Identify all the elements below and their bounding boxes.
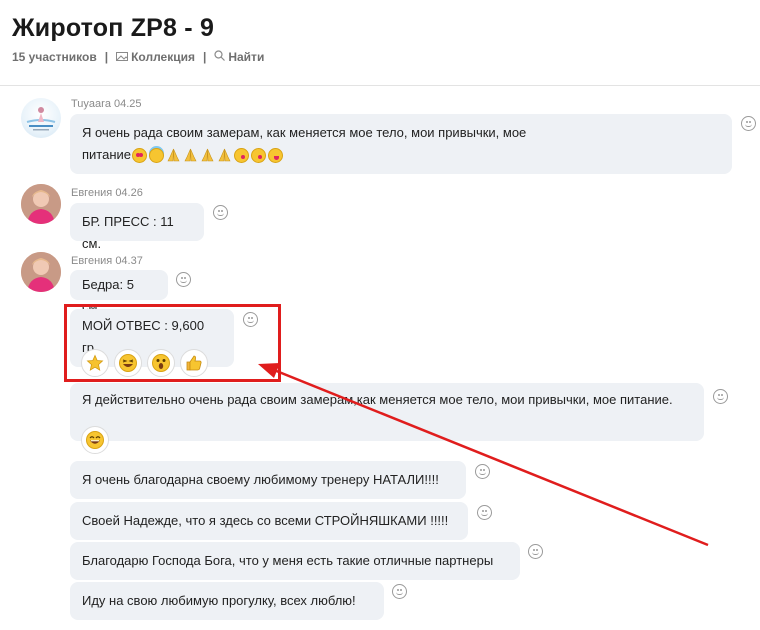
search-icon xyxy=(214,50,226,64)
sender-name[interactable]: Tuyaara xyxy=(71,98,111,110)
avatar[interactable] xyxy=(21,252,61,292)
grinning-squinting-face-icon xyxy=(119,354,137,372)
add-reaction-icon[interactable] xyxy=(213,205,228,220)
message-bubble[interactable]: Я очень рада своим замерам, как меняется… xyxy=(70,114,732,174)
gallery-icon xyxy=(116,50,129,64)
separator: | xyxy=(104,50,109,64)
message-text: Я очень благодарна своему любимому трене… xyxy=(82,472,439,487)
message-time: 04.37 xyxy=(115,255,143,267)
add-reaction-icon[interactable] xyxy=(477,505,492,520)
avatar[interactable] xyxy=(21,98,61,138)
avatar-image xyxy=(21,184,61,224)
sender-name[interactable]: Евгения xyxy=(71,187,112,199)
message-text-line: питание xyxy=(82,144,720,166)
reaction-chip[interactable] xyxy=(81,349,109,377)
chat-subbar: 15 участников | Коллекция | Найти xyxy=(12,50,264,64)
add-reaction-icon[interactable] xyxy=(176,272,191,287)
add-reaction-icon[interactable] xyxy=(741,116,756,131)
separator: | xyxy=(202,50,207,64)
sender-name[interactable]: Евгения xyxy=(71,255,112,267)
add-reaction-icon[interactable] xyxy=(243,312,258,327)
folded-hands-emoji-icon xyxy=(201,148,214,161)
reaction-chip[interactable] xyxy=(114,349,142,377)
star-icon xyxy=(86,354,104,371)
star-struck-emoji-icon xyxy=(132,147,148,163)
message-text: Я очень рада своим замерам, как меняется… xyxy=(82,125,527,140)
message-text: Я действительно очень рада своим замерам… xyxy=(82,392,673,407)
add-reaction-icon[interactable] xyxy=(528,544,543,559)
participants-link[interactable]: 15 участников xyxy=(12,50,97,64)
face-blowing-kiss-emoji-icon xyxy=(234,147,250,163)
emoji-sequence xyxy=(132,147,284,163)
reaction-chip[interactable] xyxy=(180,349,208,377)
message-bubble[interactable]: Я очень благодарна своему любимому трене… xyxy=(70,461,466,499)
message-meta: Евгения 04.37 xyxy=(71,255,143,267)
message-meta: Tuyaara 04.25 xyxy=(71,98,142,110)
folded-hands-emoji-icon xyxy=(218,148,231,161)
message-list[interactable]: Tuyaara 04.25 Я очень рада своим замерам… xyxy=(0,87,760,630)
message-bubble[interactable]: Своей Надежде, что я здесь со всеми СТРО… xyxy=(70,502,468,540)
add-reaction-icon[interactable] xyxy=(475,464,490,479)
laughing-face-icon xyxy=(86,431,104,449)
message-bubble[interactable]: Иду на свою любимую прогулку, всех люблю… xyxy=(70,582,384,620)
message-text: Благодарю Господа Бога, что у меня есть … xyxy=(82,553,494,568)
message-time: 04.25 xyxy=(114,98,142,110)
message-bubble[interactable]: Я действительно очень рада своим замерам… xyxy=(70,383,704,441)
message-meta: Евгения 04.26 xyxy=(71,187,143,199)
message-text: питание xyxy=(82,147,132,162)
find-link[interactable]: Найти xyxy=(214,50,264,64)
thumbs-up-icon xyxy=(186,355,202,371)
add-reaction-icon[interactable] xyxy=(713,389,728,404)
chat-header: Жиротоп ZP8 - 9 15 участников | Коллекци… xyxy=(0,0,760,86)
collection-link[interactable]: Коллекция xyxy=(116,50,195,64)
add-reaction-icon[interactable] xyxy=(392,584,407,599)
message-bubble[interactable]: Бедра: 5 см. xyxy=(70,270,168,314)
smiling-face-with-halo-emoji-icon xyxy=(149,147,165,163)
find-label: Найти xyxy=(228,50,265,64)
message-bubble[interactable]: Благодарю Господа Бога, что у меня есть … xyxy=(70,542,520,580)
message-time: 04.26 xyxy=(115,187,143,199)
avatar-image xyxy=(26,107,56,131)
face-savoring-food-emoji-icon xyxy=(268,147,284,163)
message-text: БР. ПРЕСС : 11 см. xyxy=(82,214,174,251)
avatar[interactable] xyxy=(21,184,61,224)
message-text: Своей Надежде, что я здесь со всеми СТРО… xyxy=(82,513,449,528)
avatar-image xyxy=(21,252,61,292)
folded-hands-emoji-icon xyxy=(184,148,197,161)
folded-hands-emoji-icon xyxy=(167,148,180,161)
surprised-face-icon xyxy=(152,354,170,372)
reaction-chip[interactable] xyxy=(147,349,175,377)
reaction-bar xyxy=(81,426,109,454)
collection-label: Коллекция xyxy=(131,50,195,64)
chat-title: Жиротоп ZP8 - 9 xyxy=(12,14,215,42)
reaction-bar xyxy=(81,349,208,377)
message-bubble[interactable]: БР. ПРЕСС : 11 см. xyxy=(70,203,204,251)
face-blowing-kiss-emoji-icon xyxy=(251,147,267,163)
message-text: Иду на свою любимую прогулку, всех люблю… xyxy=(82,593,356,608)
reaction-chip[interactable] xyxy=(81,426,109,454)
